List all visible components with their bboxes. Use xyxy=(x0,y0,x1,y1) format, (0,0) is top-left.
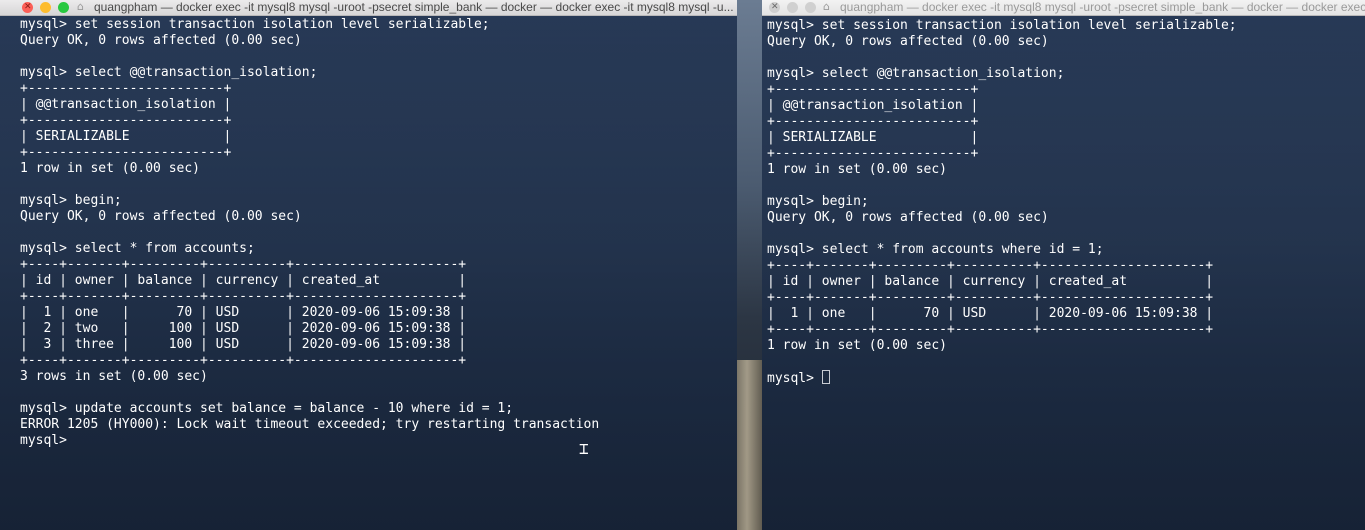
terminal-line: | id | owner | balance | currency | crea… xyxy=(20,273,467,288)
terminal-line: 1 row in set (0.00 sec) xyxy=(767,162,948,177)
text-cursor-icon: ⌶ xyxy=(579,439,589,458)
terminal-line: +-------------------------+ xyxy=(767,82,979,97)
terminal-line: mysql> update accounts set balance = bal… xyxy=(20,401,514,416)
terminal-lines: mysql> set session transaction isolation… xyxy=(20,17,599,449)
home-icon: ⌂ xyxy=(823,0,830,13)
terminal-window-right[interactable]: ✕ ⌂ quangpham — docker exec -it mysql8 m… xyxy=(762,0,1365,530)
zoom-icon[interactable] xyxy=(805,2,816,13)
terminal-line: +----+-------+---------+----------+-----… xyxy=(767,322,1214,337)
terminal-line: +----+-------+---------+----------+-----… xyxy=(20,289,467,304)
terminal-lines: mysql> set session transaction isolation… xyxy=(767,18,1237,386)
block-cursor xyxy=(821,370,830,384)
terminal-line: | 2 | two | 100 | USD | 2020-09-06 15:09… xyxy=(20,321,467,336)
terminal-line: | @@transaction_isolation | xyxy=(767,98,979,113)
terminal-line: Query OK, 0 rows affected (0.00 sec) xyxy=(20,209,302,224)
terminal-line: mysql> select @@transaction_isolation; xyxy=(767,66,1065,81)
terminal-line: | id | owner | balance | currency | crea… xyxy=(767,274,1214,289)
terminal-line: 3 rows in set (0.00 sec) xyxy=(20,369,208,384)
terminal-line: mysql> begin; xyxy=(20,193,122,208)
zoom-icon[interactable] xyxy=(58,2,69,13)
window-title: quangpham — docker exec -it mysql8 mysql… xyxy=(840,0,1365,14)
terminal-window-left[interactable]: ✕ ⌂ quangpham — docker exec -it mysql8 m… xyxy=(0,0,737,530)
terminal-line: 1 row in set (0.00 sec) xyxy=(20,161,201,176)
terminal-line: +----+-------+---------+----------+-----… xyxy=(20,257,467,272)
terminal-line: +----+-------+---------+----------+-----… xyxy=(20,353,467,368)
prompt-line[interactable]: mysql> xyxy=(767,370,1237,386)
terminal-line: Query OK, 0 rows affected (0.00 sec) xyxy=(20,33,302,48)
terminal-line: | 1 | one | 70 | USD | 2020-09-06 15:09:… xyxy=(767,306,1214,321)
terminal-line: mysql> set session transaction isolation… xyxy=(767,18,1237,33)
terminal-output[interactable]: mysql> set session transaction isolation… xyxy=(0,16,737,530)
terminal-line: +-------------------------+ xyxy=(20,81,232,96)
close-icon[interactable]: ✕ xyxy=(769,2,780,13)
terminal-output[interactable]: mysql> set session transaction isolation… xyxy=(762,16,1365,530)
minimize-icon[interactable] xyxy=(787,2,798,13)
terminal-line: | 1 | one | 70 | USD | 2020-09-06 15:09:… xyxy=(20,305,467,320)
terminal-line: +-------------------------+ xyxy=(20,145,232,160)
home-icon: ⌂ xyxy=(77,0,84,13)
terminal-line: mysql> select * from accounts where id =… xyxy=(767,242,1104,257)
terminal-line: +----+-------+---------+----------+-----… xyxy=(767,290,1214,305)
terminal-line: mysql> select * from accounts; xyxy=(20,241,255,256)
terminal-line: mysql> begin; xyxy=(767,194,869,209)
minimize-icon[interactable] xyxy=(40,2,51,13)
terminal-line: 1 row in set (0.00 sec) xyxy=(767,338,948,353)
terminal-line: Query OK, 0 rows affected (0.00 sec) xyxy=(767,34,1049,49)
terminal-line: +-------------------------+ xyxy=(767,114,979,129)
terminal-line: Query OK, 0 rows affected (0.00 sec) xyxy=(767,210,1049,225)
terminal-line: +----+-------+---------+----------+-----… xyxy=(767,258,1214,273)
terminal-line: mysql> xyxy=(20,433,75,448)
title-bar[interactable]: ✕ ⌂ quangpham — docker exec -it mysql8 m… xyxy=(762,0,1365,16)
terminal-line: mysql> set session transaction isolation… xyxy=(20,17,490,32)
terminal-line: | 3 | three | 100 | USD | 2020-09-06 15:… xyxy=(20,337,467,352)
close-icon[interactable]: ✕ xyxy=(22,2,33,13)
terminal-line: mysql> select @@transaction_isolation; xyxy=(20,65,318,80)
terminal-line: | @@transaction_isolation | xyxy=(20,97,232,112)
terminal-line: ERROR 1205 (HY000): Lock wait timeout ex… xyxy=(20,417,600,432)
terminal-line: | SERIALIZABLE | xyxy=(20,129,232,144)
terminal-line: +-------------------------+ xyxy=(20,113,232,128)
terminal-line: +-------------------------+ xyxy=(767,146,979,161)
prompt-text: mysql> xyxy=(767,371,822,386)
terminal-line: | SERIALIZABLE | xyxy=(767,130,979,145)
title-bar[interactable]: ✕ ⌂ quangpham — docker exec -it mysql8 m… xyxy=(0,0,737,16)
desktop-wallpaper-rock xyxy=(737,360,762,530)
window-title: quangpham — docker exec -it mysql8 mysql… xyxy=(94,0,734,14)
